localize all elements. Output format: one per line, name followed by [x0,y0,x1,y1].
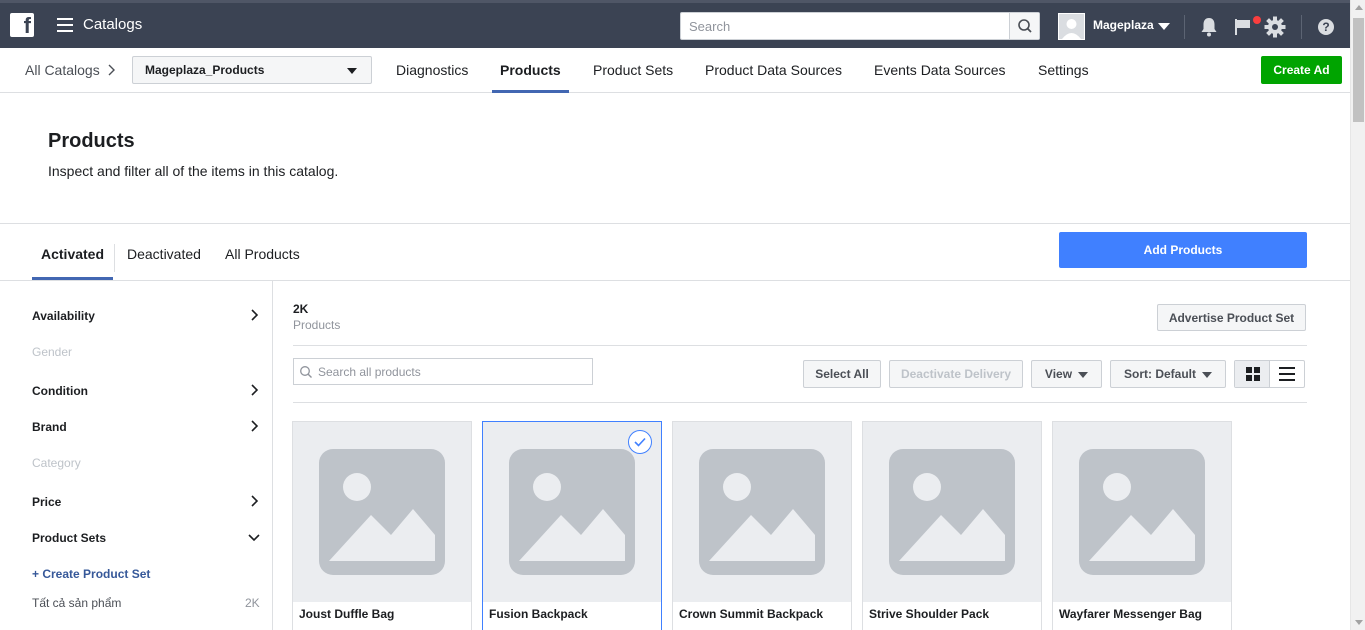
top-bar: f Catalogs Mageplaza [0,0,1350,48]
tab-events-data-sources[interactable]: Events Data Sources [874,62,1006,93]
svg-text:?: ? [1322,20,1329,34]
check-icon[interactable] [628,430,652,454]
image-placeholder-icon [673,422,851,602]
catalog-nav: All Catalogs Mageplaza_Products Diagnost… [0,48,1350,93]
tab-settings[interactable]: Settings [1038,62,1089,93]
help-icon[interactable]: ? [1315,16,1337,38]
grid-icon [1246,367,1260,381]
page-title: Products [48,130,135,152]
search-icon [300,366,312,378]
notification-dot [1253,16,1261,24]
product-card-selected[interactable]: Fusion Backpack [482,421,662,630]
page: f Catalogs Mageplaza [0,0,1365,630]
list-icon [1279,367,1295,381]
scroll-thumb[interactable] [1353,18,1364,122]
image-placeholder-icon [1053,422,1231,602]
chevron-right-icon[interactable] [248,420,260,432]
bell-icon[interactable] [1197,15,1221,39]
gear-icon[interactable] [1263,15,1287,39]
deactivate-delivery-button[interactable]: Deactivate Delivery [889,360,1023,388]
caret-down-icon [1202,371,1212,378]
caret-down-icon [1078,371,1089,378]
product-card[interactable]: Crown Summit Backpack [672,421,852,630]
global-search-input[interactable] [681,13,1009,39]
filter-brand[interactable]: Brand [32,420,67,434]
catalog-selector-label: Mageplaza_Products [145,63,265,77]
tab-all-products[interactable]: All Products [225,246,300,280]
filter-category: Category [32,456,81,470]
tab-products[interactable]: Products [492,62,569,93]
chevron-right-icon [108,64,115,76]
chevron-down-icon[interactable] [248,531,260,543]
advertise-product-set-button[interactable]: Advertise Product Set [1157,304,1306,331]
catalog-selector[interactable]: Mageplaza_Products [132,56,372,84]
view-dropdown[interactable]: View [1031,360,1102,388]
chevron-down-icon[interactable] [1158,23,1170,30]
sort-dropdown[interactable]: Sort: Default [1110,360,1226,388]
list-view-button[interactable] [1270,361,1304,387]
create-ad-button[interactable]: Create Ad [1261,56,1342,84]
search-button[interactable] [1009,13,1039,39]
filter-sidebar: Availability Gender Condition Brand Cate… [0,281,273,630]
view-mode-toggle [1234,360,1305,388]
view-dropdown-label: View [1044,367,1073,381]
tab-product-sets[interactable]: Product Sets [593,62,673,93]
divider [114,244,115,272]
scroll-up-icon[interactable] [1355,5,1363,10]
global-search [680,12,1040,40]
product-set-count: 2K [245,596,260,610]
select-all-button[interactable]: Select All [803,360,881,388]
product-search-input[interactable] [318,359,588,384]
filter-availability[interactable]: Availability [32,309,95,323]
sort-dropdown-label: Sort: Default [1124,367,1196,381]
all-catalogs-link[interactable]: All Catalogs [25,62,100,78]
avatar[interactable] [1058,13,1085,40]
user-name[interactable]: Mageplaza [1093,18,1154,32]
product-card[interactable]: Joust Duffle Bag [292,421,472,630]
tab-activated[interactable]: Activated [32,246,114,280]
tab-deactivated[interactable]: Deactivated [127,246,201,280]
filter-condition[interactable]: Condition [32,384,88,398]
product-search [293,358,593,385]
divider [293,345,1307,346]
page-subtitle: Inspect and filter all of the items in t… [48,163,339,179]
facebook-logo-icon[interactable]: f [10,13,34,38]
menu-icon[interactable] [57,18,73,32]
scrollbar[interactable] [1350,0,1365,630]
divider [293,402,1307,403]
tab-diagnostics[interactable]: Diagnostics [396,62,468,93]
image-placeholder-icon [293,422,471,602]
product-name: Fusion Backpack [489,607,588,621]
chevron-right-icon[interactable] [248,384,260,396]
product-name: Wayfarer Messenger Bag [1059,607,1202,621]
product-set-item[interactable]: Tất cả sản phẩm [32,596,121,610]
chevron-right-icon[interactable] [248,309,260,321]
divider [0,223,1350,224]
grid-view-button[interactable] [1235,361,1270,387]
divider [1184,15,1185,39]
filter-gender: Gender [32,345,73,359]
scroll-down-icon[interactable] [1355,620,1363,625]
create-product-set-link[interactable]: + Create Product Set [32,567,150,581]
tab-product-data-sources[interactable]: Product Data Sources [705,62,842,93]
caret-down-icon [347,68,357,74]
chevron-right-icon[interactable] [248,495,260,507]
divider [1301,15,1302,39]
filter-price[interactable]: Price [32,495,61,509]
product-name: Strive Shoulder Pack [869,607,990,621]
product-name: Joust Duffle Bag [299,607,395,621]
image-placeholder-icon [863,422,1041,602]
product-card[interactable]: Strive Shoulder Pack [862,421,1042,630]
product-card[interactable]: Wayfarer Messenger Bag [1052,421,1232,630]
search-icon [1018,19,1032,33]
filter-product-sets[interactable]: Product Sets [32,531,106,545]
product-name: Crown Summit Backpack [679,607,824,621]
product-count-label: Products [293,318,341,332]
product-count: 2K [293,302,309,316]
app-title[interactable]: Catalogs [83,16,142,33]
add-products-button[interactable]: Add Products [1059,232,1307,268]
